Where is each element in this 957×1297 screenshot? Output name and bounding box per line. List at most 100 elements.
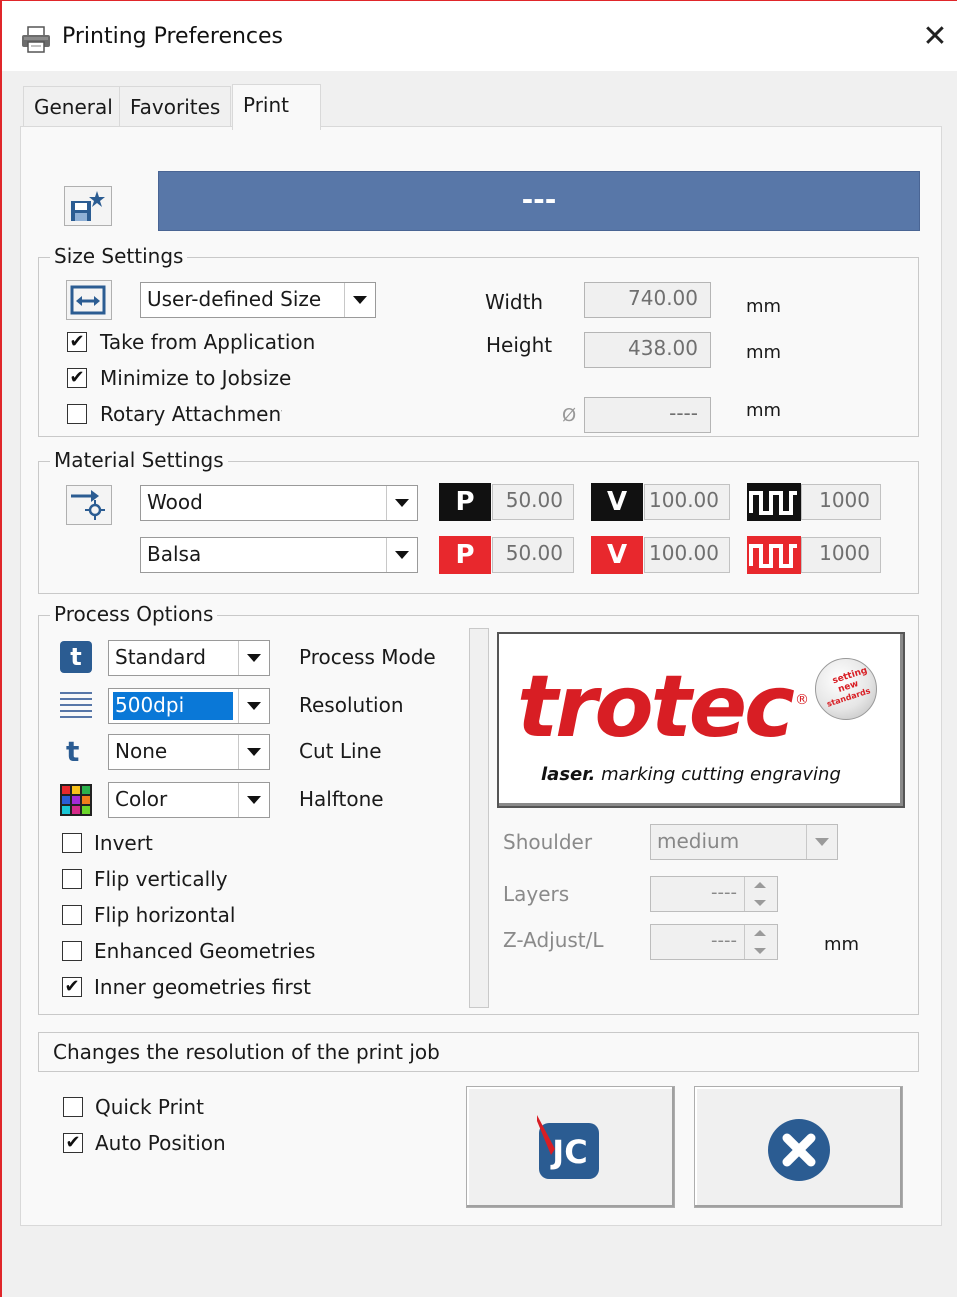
- auto-position-checkbox[interactable]: ✔: [63, 1133, 83, 1153]
- chevron-down-icon: [238, 735, 269, 769]
- chevron-down-icon: [806, 825, 837, 859]
- process-options-label: Process Options: [50, 602, 218, 626]
- printer-icon: [20, 26, 52, 54]
- enhanced-geometries-label: Enhanced Geometries: [94, 939, 316, 963]
- quick-print-checkbox[interactable]: [63, 1097, 83, 1117]
- frequency-field-1[interactable]: 1000: [801, 484, 881, 520]
- process-mode-icon: t: [60, 641, 92, 673]
- close-window-button[interactable]: ✕: [918, 22, 952, 56]
- flip-horizontal-checkbox[interactable]: [62, 905, 82, 925]
- process-mode-label: Process Mode: [299, 645, 436, 669]
- trotec-tagline: laser. marking cutting engraving: [541, 764, 841, 785]
- submaterial-value: Balsa: [147, 542, 202, 566]
- shoulder-select[interactable]: medium: [650, 824, 838, 860]
- halftone-select[interactable]: Color: [108, 782, 270, 818]
- chevron-down-icon: [386, 486, 417, 520]
- process-mode-value: Standard: [115, 645, 206, 669]
- rotary-attachment-checkbox[interactable]: [67, 404, 87, 424]
- chevron-down-icon: [344, 283, 375, 317]
- tab-print[interactable]: Print: [232, 84, 321, 130]
- velocity-icon: V: [591, 483, 643, 521]
- frequency-icon: [747, 483, 801, 521]
- trotec-logo-panel: trotec ® setting new standards laser. ma…: [497, 632, 905, 808]
- power-field-1[interactable]: 50.00: [492, 484, 574, 520]
- power-field-2[interactable]: 50.00: [492, 537, 574, 573]
- chevron-down-icon: [238, 783, 269, 817]
- cancel-x-icon: [767, 1118, 831, 1182]
- diameter-icon: Ø: [562, 405, 577, 426]
- job-control-icon: JC: [537, 1115, 601, 1181]
- status-hint: Changes the resolution of the print job: [38, 1032, 919, 1072]
- height-label: Height: [486, 333, 553, 357]
- tagline-laser: laser.: [541, 764, 596, 785]
- process-mode-select[interactable]: Standard: [108, 640, 270, 676]
- cut-line-label: Cut Line: [299, 739, 382, 763]
- shoulder-label: Shoulder: [503, 830, 593, 854]
- frequency-cut-icon: [747, 536, 801, 574]
- job-control-button[interactable]: JC: [466, 1086, 675, 1208]
- velocity-field-2[interactable]: 100.00: [644, 537, 730, 573]
- resolution-label: Resolution: [299, 693, 404, 717]
- diameter-unit: mm: [746, 400, 782, 421]
- favorite-banner[interactable]: ---: [158, 171, 920, 231]
- registered-mark: ®: [795, 692, 809, 708]
- velocity-field-1[interactable]: 100.00: [644, 484, 730, 520]
- material-settings-label: Material Settings: [50, 448, 228, 472]
- cut-line-value: None: [115, 739, 168, 763]
- halftone-color-icon: [60, 784, 92, 816]
- flip-vertically-label: Flip vertically: [94, 867, 228, 891]
- job-control-text: JC: [552, 1133, 588, 1171]
- inner-geometries-first-checkbox[interactable]: ✔: [62, 977, 82, 997]
- layers-label: Layers: [503, 882, 570, 906]
- tab-favorites[interactable]: Favorites: [119, 86, 232, 126]
- height-field[interactable]: 438.00: [584, 332, 711, 368]
- spinner-arrows-icon[interactable]: [744, 877, 777, 911]
- invert-label: Invert: [94, 831, 153, 855]
- auto-position-label: Auto Position: [95, 1131, 226, 1155]
- cancel-button[interactable]: [694, 1086, 903, 1208]
- chevron-down-icon: [238, 689, 269, 723]
- flip-vertically-checkbox[interactable]: [62, 869, 82, 889]
- height-unit: mm: [746, 342, 782, 363]
- invert-checkbox[interactable]: [62, 833, 82, 853]
- diameter-field[interactable]: ----: [584, 397, 711, 433]
- velocity-cut-icon: V: [591, 536, 643, 574]
- material-select[interactable]: Wood: [140, 485, 418, 521]
- cut-line-select[interactable]: None: [108, 734, 270, 770]
- layers-spinner[interactable]: ----: [650, 876, 778, 912]
- size-mode-select[interactable]: User-defined Size: [140, 282, 376, 318]
- resolution-select[interactable]: 500dpi: [108, 688, 270, 724]
- power-cut-icon: P: [439, 536, 491, 574]
- size-settings-icon[interactable]: [66, 280, 112, 320]
- minimize-to-jobsize-label: Minimize to Jobsize: [100, 366, 292, 390]
- halftone-value: Color: [115, 787, 168, 811]
- minimize-to-jobsize-checkbox[interactable]: ✔: [67, 368, 87, 388]
- save-favorite-button[interactable]: [64, 186, 112, 226]
- halftone-label: Halftone: [299, 787, 384, 811]
- submaterial-select[interactable]: Balsa: [140, 537, 418, 573]
- tab-general[interactable]: General: [23, 86, 124, 126]
- vertical-separator: [469, 628, 489, 1008]
- chevron-down-icon: [386, 538, 417, 572]
- window-title: Printing Preferences: [62, 24, 284, 49]
- zadjust-label: Z-Adjust/L: [503, 928, 604, 952]
- zadjust-spinner[interactable]: ----: [650, 924, 778, 960]
- material-settings-group: [38, 461, 919, 594]
- shoulder-value: medium: [657, 829, 740, 853]
- width-field[interactable]: 740.00: [584, 282, 711, 318]
- trotec-wordmark: trotec: [517, 657, 795, 757]
- width-unit: mm: [746, 296, 782, 317]
- power-icon: P: [439, 483, 491, 521]
- take-from-application-label: Take from Application: [100, 330, 316, 354]
- zadjust-value: ----: [711, 930, 737, 951]
- spinner-arrows-icon[interactable]: [744, 925, 777, 959]
- enhanced-geometries-checkbox[interactable]: [62, 941, 82, 961]
- size-mode-value: User-defined Size: [147, 287, 322, 311]
- frequency-field-2[interactable]: 1000: [801, 537, 881, 573]
- inner-geometries-first-label: Inner geometries first: [94, 975, 311, 999]
- size-settings-label: Size Settings: [50, 244, 188, 268]
- take-from-application-checkbox[interactable]: ✔: [67, 332, 87, 352]
- rotary-attachment-label: Rotary Attachment: [100, 402, 282, 426]
- material-settings-icon[interactable]: [66, 485, 112, 525]
- quick-print-label: Quick Print: [95, 1095, 204, 1119]
